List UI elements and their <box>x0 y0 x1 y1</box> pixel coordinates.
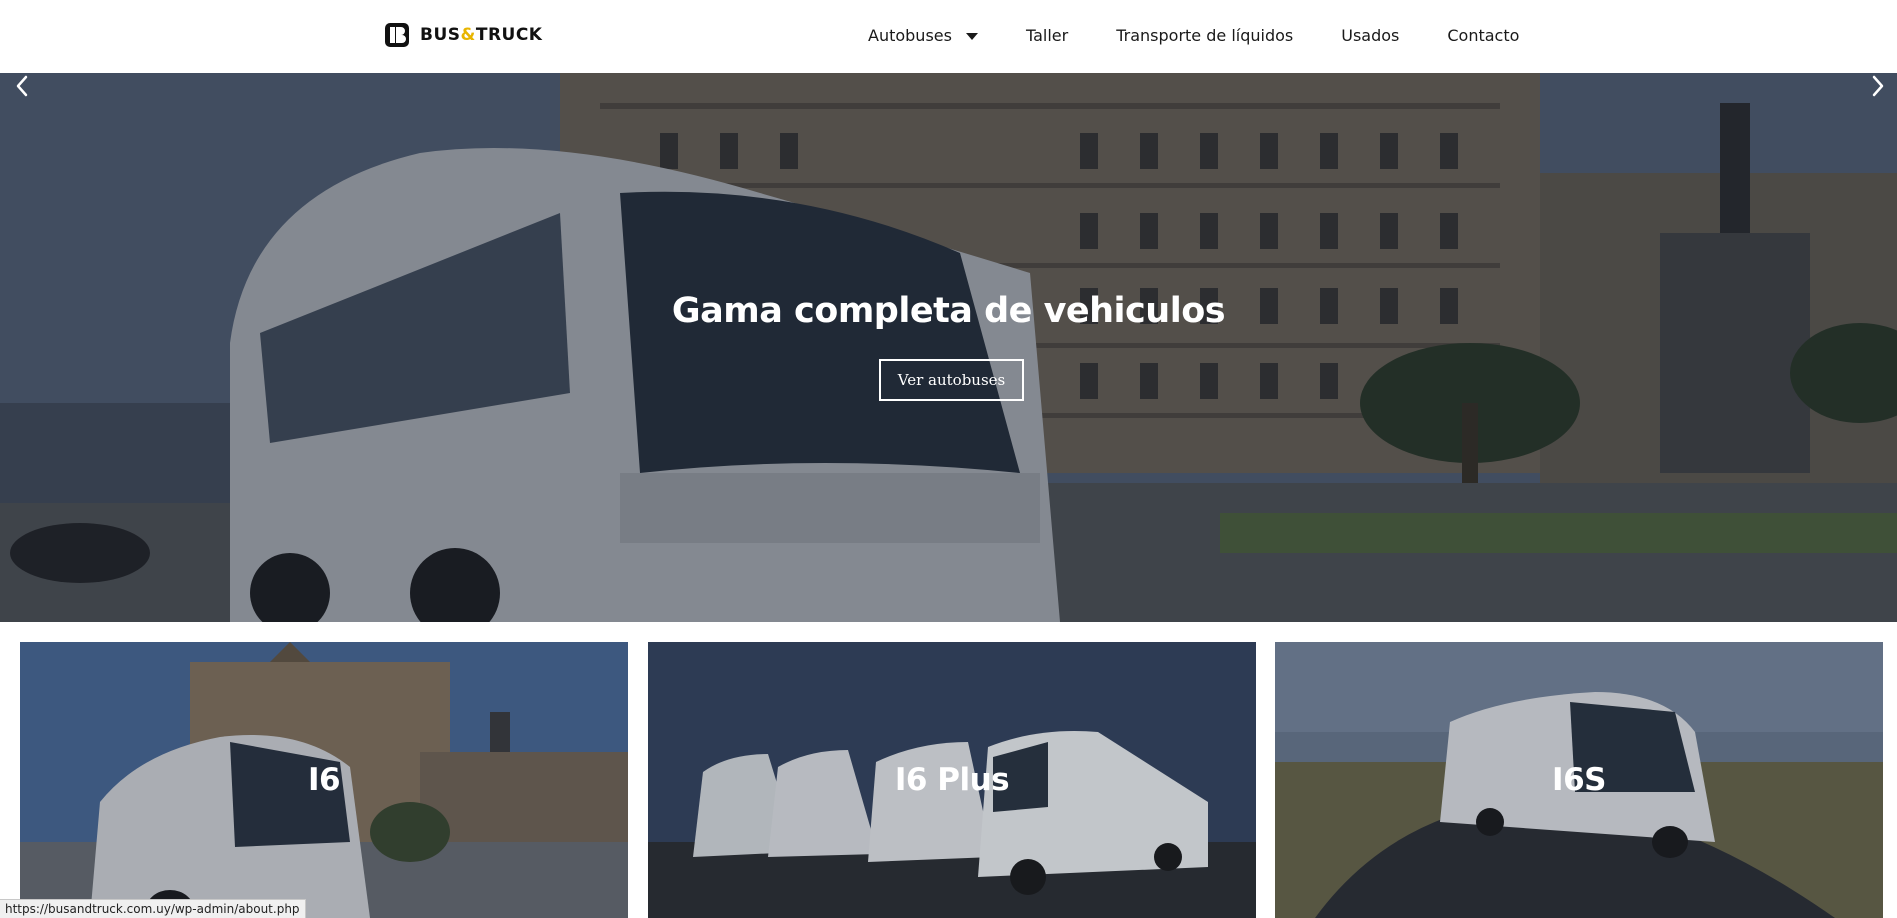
nav-label: Usados <box>1341 25 1400 45</box>
chevron-right-icon[interactable] <box>1868 73 1888 99</box>
model-card-i6s[interactable]: I6S <box>1275 642 1883 918</box>
browser-status-url: https://busandtruck.com.uy/wp-admin/abou… <box>0 899 306 918</box>
hero-title: Gama completa de vehiculos <box>671 291 1226 331</box>
nav-label: Contacto <box>1447 25 1520 45</box>
main-nav: Autobuses Taller Transporte de líquidos … <box>868 0 1519 70</box>
nav-item-usados[interactable]: Usados <box>1341 26 1399 45</box>
nav-label: Taller <box>1025 25 1069 45</box>
view-buses-button[interactable]: Ver autobuses <box>879 359 1024 401</box>
card-title: I6 Plus <box>894 762 1010 798</box>
model-card-i6-plus[interactable]: I6 Plus <box>648 642 1256 918</box>
logo-mark-icon <box>385 23 409 47</box>
card-title: I6S <box>1552 762 1606 798</box>
hero-background-image <box>0 73 1897 622</box>
model-card-i6[interactable]: I6 <box>20 642 628 918</box>
card-title: I6 <box>307 762 341 798</box>
nav-item-contacto[interactable]: Contacto <box>1447 26 1519 45</box>
site-header: BUS&TRUCK Autobuses Taller Transporte de… <box>0 0 1897 73</box>
logo-text: BUS&TRUCK <box>420 25 543 45</box>
nav-item-transporte-liquidos[interactable]: Transporte de líquidos <box>1116 26 1293 45</box>
site-logo[interactable]: BUS&TRUCK <box>384 22 542 48</box>
caret-down-icon <box>965 32 978 40</box>
nav-label: Transporte de líquidos <box>1116 25 1294 45</box>
nav-label: Autobuses <box>868 25 952 45</box>
hero-slider: Gama completa de vehiculos Ver autobuses <box>0 73 1897 622</box>
nav-item-taller[interactable]: Taller <box>1026 26 1068 45</box>
chevron-left-icon[interactable] <box>12 73 32 99</box>
nav-item-autobuses[interactable]: Autobuses <box>868 26 978 45</box>
